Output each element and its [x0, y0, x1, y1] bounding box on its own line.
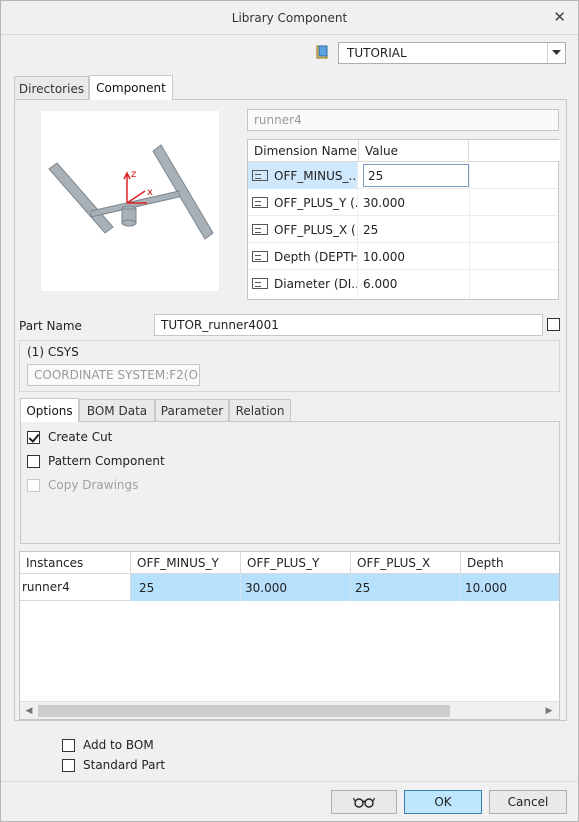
instance-value-cell[interactable]: 25 [131, 574, 241, 601]
copy-drawings-checkbox [27, 478, 40, 492]
dimension-value-input[interactable]: 25 [363, 164, 469, 187]
ok-button[interactable]: OK [404, 790, 482, 814]
tab-component[interactable]: Component [89, 75, 173, 100]
dimension-row[interactable]: OFF_PLUS_X (... 25 [248, 216, 558, 243]
dimension-value-cell[interactable]: 6.000 [359, 270, 469, 297]
library-book-icon [316, 45, 328, 59]
dimension-header-filler [469, 140, 560, 162]
dimension-icon [252, 251, 268, 262]
library-select-value: TUTORIAL [347, 46, 407, 60]
copy-drawings-label: Copy Drawings [48, 478, 139, 492]
instance-name-cell[interactable]: runner4 [20, 574, 131, 601]
tab-directories[interactable]: Directories [14, 76, 89, 100]
dimension-value-cell[interactable]: 10.000 [359, 243, 469, 270]
scroll-right-icon[interactable]: ▶ [541, 703, 557, 719]
cancel-button[interactable]: Cancel [489, 790, 567, 814]
pattern-component-option[interactable]: Pattern Component [27, 452, 165, 470]
instances-table: Instances OFF_MINUS_Y OFF_PLUS_Y OFF_PLU… [19, 551, 560, 720]
glasses-icon [353, 797, 375, 808]
dimension-icon [252, 170, 268, 181]
add-to-bom-label: Add to BOM [83, 738, 154, 752]
dimension-name-header: Dimension Name [248, 140, 359, 162]
instances-header: OFF_PLUS_Y [241, 552, 351, 574]
pattern-component-checkbox[interactable] [27, 454, 40, 468]
dimension-row[interactable]: Diameter (DI... 6.000 [248, 270, 558, 297]
component-name-field: runner4 [247, 109, 559, 131]
tab-bom-data[interactable]: BOM Data [79, 399, 155, 422]
dimension-table: Dimension Name Value OFF_MINUS_... 25 OF… [247, 139, 560, 300]
dimension-name-cell: OFF_MINUS_... [248, 162, 358, 189]
copy-drawings-option: Copy Drawings [27, 476, 138, 494]
standard-part-checkbox[interactable] [62, 758, 75, 772]
scrollbar-thumb[interactable] [38, 705, 450, 717]
create-cut-label: Create Cut [48, 430, 113, 444]
library-select[interactable]: TUTORIAL [338, 42, 566, 64]
csys-reference-field[interactable]: COORDINATE SYSTEM:F2(ORIG [27, 364, 200, 386]
tab-parameter[interactable]: Parameter [155, 399, 229, 422]
dimension-value-cell[interactable]: 25 [359, 216, 469, 243]
pattern-component-label: Pattern Component [48, 454, 165, 468]
axis-z-label: z [131, 169, 136, 180]
window-title: Library Component [231, 10, 348, 25]
csys-label: (1) CSYS [27, 345, 79, 359]
dimension-name-cell: Diameter (DI... [248, 270, 358, 297]
add-to-bom-option[interactable]: Add to BOM [62, 736, 154, 754]
create-cut-checkbox[interactable] [27, 430, 40, 444]
dimension-icon [252, 224, 268, 235]
instance-value-cell[interactable]: 30.000 [241, 574, 351, 601]
part-name-label: Part Name [19, 319, 82, 333]
chevron-down-icon[interactable] [547, 43, 565, 63]
part-preview: z x [41, 111, 219, 291]
dimension-value-cell[interactable]: 25 [359, 162, 469, 189]
dimension-icon [252, 278, 268, 289]
add-to-bom-checkbox[interactable] [62, 738, 75, 752]
dimension-icon [252, 197, 268, 208]
axis-x-label: x [147, 187, 153, 198]
close-icon[interactable]: ✕ [553, 10, 566, 25]
instances-header: Depth [461, 552, 559, 574]
instance-value-cell[interactable]: 10.000 [461, 574, 559, 601]
standard-part-label: Standard Part [83, 758, 166, 772]
standard-part-option[interactable]: Standard Part [62, 756, 165, 774]
preview-button[interactable] [331, 790, 397, 814]
dimension-column-divider [469, 162, 470, 299]
part-name-checkbox[interactable] [547, 318, 560, 331]
table-row[interactable]: runner4 25 30.000 25 10.000 [20, 574, 559, 601]
dimension-row[interactable]: OFF_MINUS_... 25 [248, 162, 558, 189]
instances-header: Instances [20, 552, 131, 574]
footer-separator [1, 781, 578, 782]
horizontal-scrollbar[interactable]: ◀ ▶ [20, 701, 559, 719]
title-bar: Library Component ✕ [1, 1, 578, 35]
dimension-value-cell[interactable]: 30.000 [359, 189, 469, 216]
dimension-name-cell: Depth (DEPTH) [248, 243, 358, 270]
tab-options[interactable]: Options [20, 398, 79, 422]
library-component-dialog: Library Component ✕ TUTORIAL Directories… [0, 0, 579, 822]
scroll-left-icon[interactable]: ◀ [21, 703, 37, 719]
dimension-row[interactable]: Depth (DEPTH) 10.000 [248, 243, 558, 270]
instance-value-cell[interactable]: 25 [351, 574, 461, 601]
dimension-name-cell: OFF_PLUS_Y (... [248, 189, 358, 216]
runner-part-image: z x [48, 144, 214, 240]
tab-relation[interactable]: Relation [229, 399, 291, 422]
dimension-value-header: Value [359, 140, 469, 162]
part-name-field[interactable]: TUTOR_runner4001 [154, 314, 543, 336]
create-cut-option[interactable]: Create Cut [27, 428, 112, 446]
dimension-row[interactable]: OFF_PLUS_Y (... 30.000 [248, 189, 558, 216]
instances-header: OFF_PLUS_X [351, 552, 461, 574]
instances-header: OFF_MINUS_Y [131, 552, 241, 574]
dimension-name-cell: OFF_PLUS_X (... [248, 216, 358, 243]
